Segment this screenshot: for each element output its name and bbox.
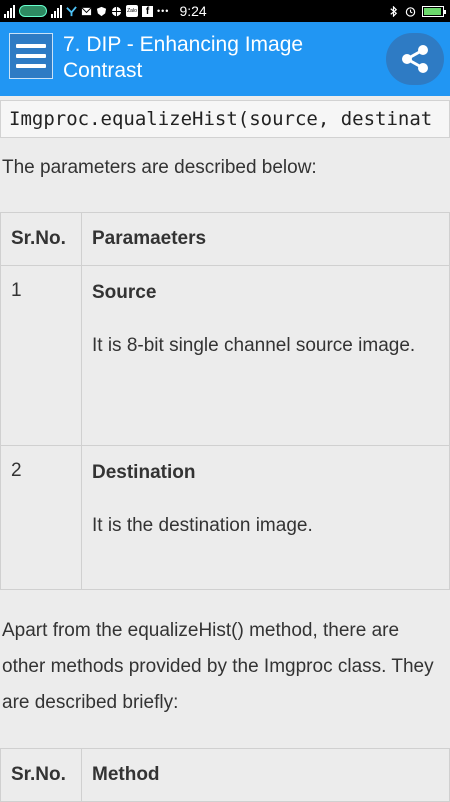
row-content: Destination It is the destination image. [81, 445, 450, 590]
column-header-parameters: Paramaeters [81, 212, 450, 266]
mail-icon [81, 7, 92, 15]
bluetooth-icon [390, 5, 398, 17]
shield-icon [96, 6, 107, 16]
row-number: 1 [0, 265, 82, 446]
globe-icon [111, 6, 122, 16]
table-header-row: Sr.No. Paramaeters [0, 212, 450, 266]
parameter-name: Source [92, 282, 157, 303]
parameter-description: It is 8-bit single channel source image. [92, 335, 416, 356]
table-row: 2 Destination It is the destination imag… [0, 445, 450, 590]
carrier-pill-icon [19, 5, 47, 17]
intro-text: The parameters are described below: [2, 157, 317, 178]
parameter-name: Destination [92, 462, 196, 483]
share-network-icon [66, 5, 77, 16]
parameters-table: Sr.No. Paramaeters 1 Source It is 8-bit … [0, 212, 450, 590]
share-icon [402, 45, 428, 73]
status-time: 9:24 [179, 3, 207, 19]
methods-intro-text: Apart from the equalizeHist() method, th… [2, 620, 434, 713]
more-icon: ••• [157, 6, 170, 16]
row-content: Source It is 8-bit single channel source… [81, 265, 450, 446]
methods-table: Sr.No. Method [0, 748, 450, 802]
alarm-icon [405, 6, 416, 17]
share-button[interactable] [386, 33, 444, 85]
table-row: 1 Source It is 8-bit single channel sour… [0, 265, 450, 446]
code-block: Imgproc.equalizeHist(source, destinat [0, 100, 450, 138]
zalo-icon: Zalo [126, 5, 138, 17]
column-header-method: Method [81, 748, 450, 802]
app-bar: 7. DIP - Enhancing Image Contrast [0, 22, 450, 96]
facebook-icon: f [142, 5, 153, 17]
parameter-description: It is the destination image. [92, 515, 313, 536]
signal-icon [4, 4, 15, 18]
hamburger-icon[interactable] [9, 33, 53, 79]
table-header-row: Sr.No. Method [0, 748, 450, 802]
column-header-srno: Sr.No. [0, 212, 82, 266]
signal-icon [51, 4, 62, 18]
row-number: 2 [0, 445, 82, 590]
battery-icon [422, 5, 446, 17]
column-header-srno: Sr.No. [0, 748, 82, 802]
status-bar: Zalo f ••• 9:24 [0, 0, 450, 22]
page-title: 7. DIP - Enhancing Image Contrast [63, 33, 304, 82]
